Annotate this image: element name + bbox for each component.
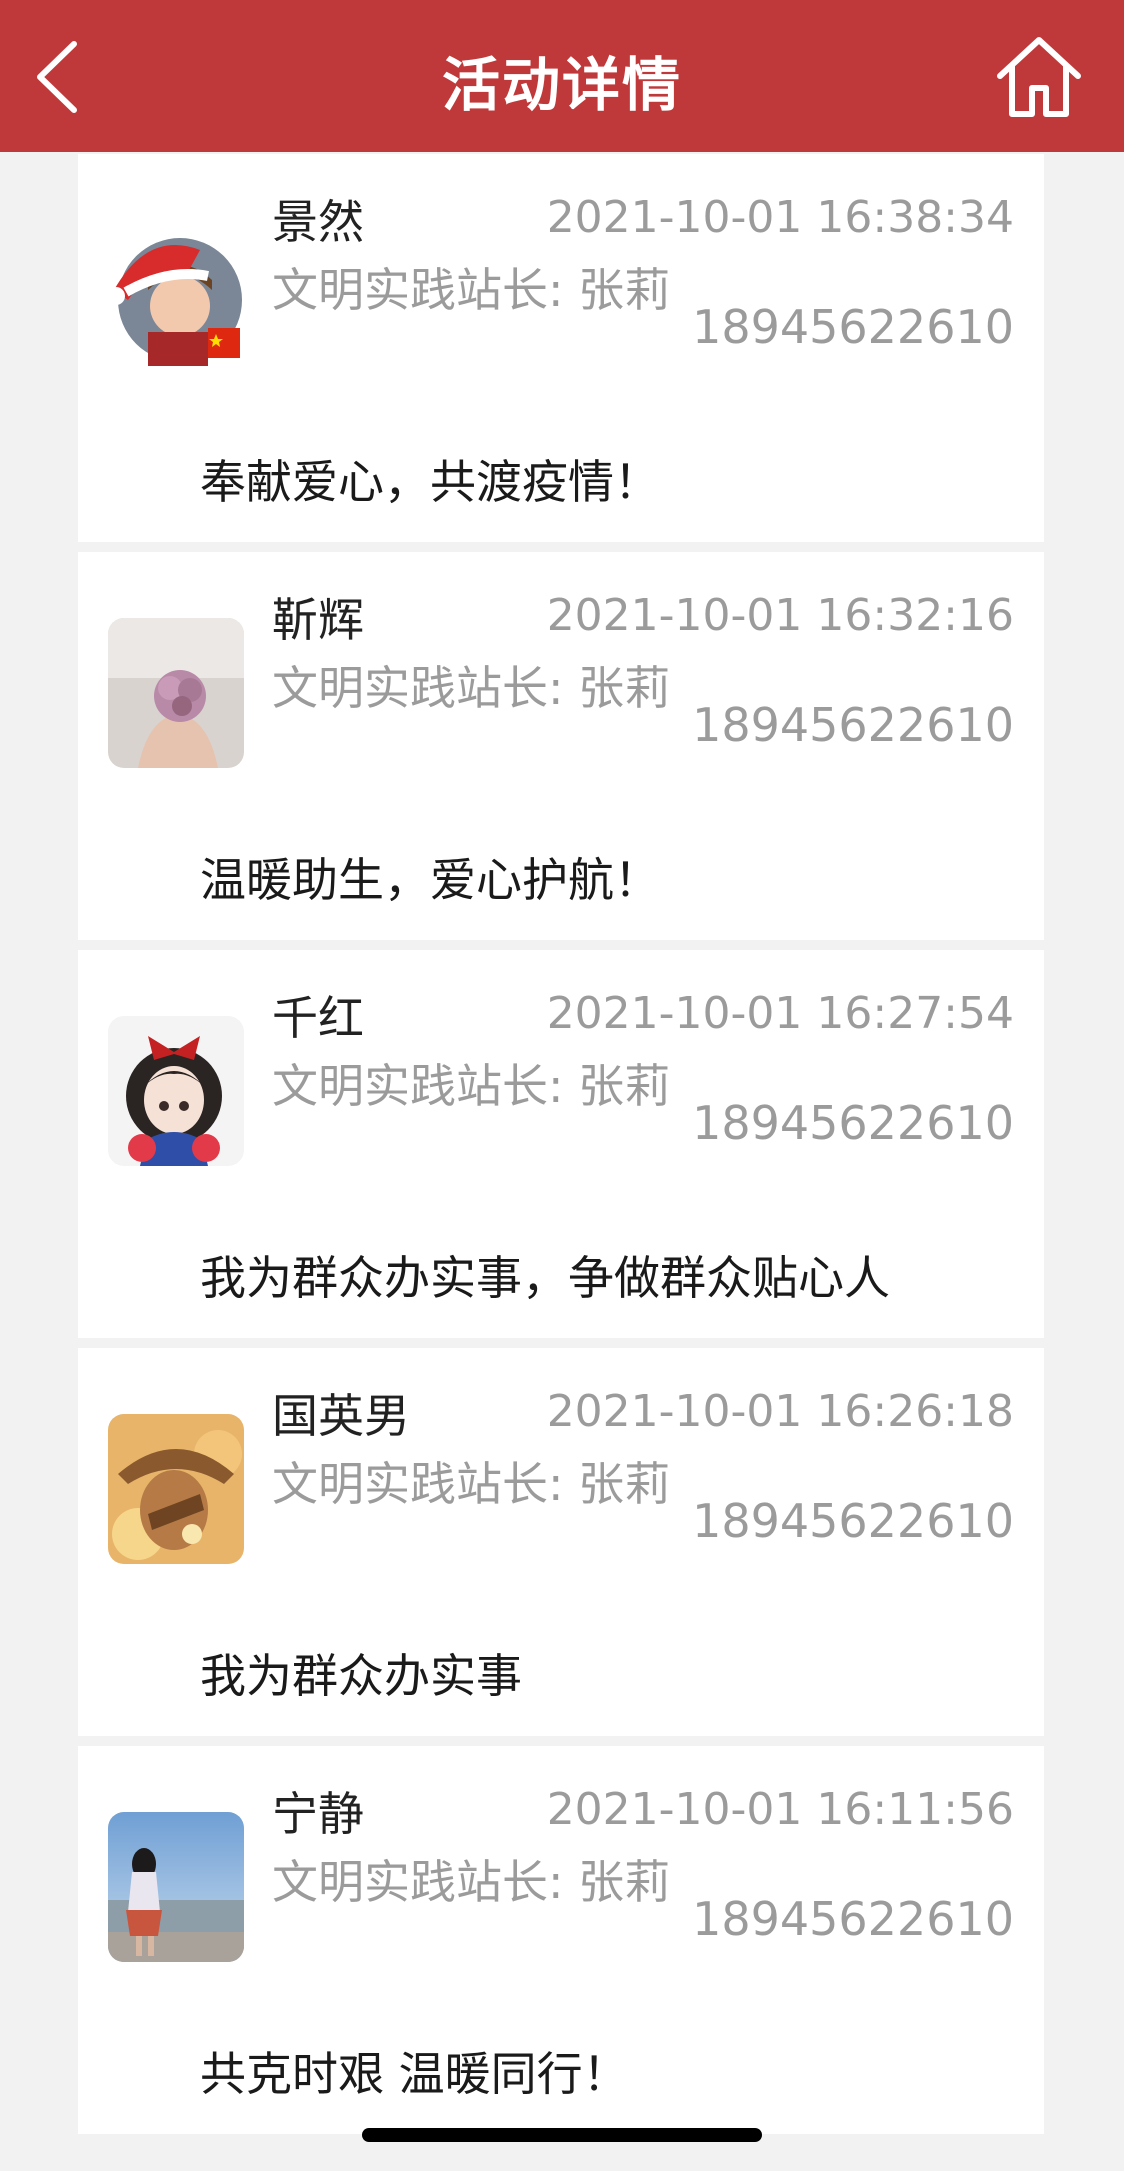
page-title: 活动详情 <box>441 51 682 119</box>
avatar[interactable] <box>108 1016 244 1166</box>
post-time: 2021-10-01 16:26:18 <box>546 1386 1014 1437</box>
author-name: 千红 <box>272 991 364 1045</box>
post-content: 我为群众办实事，争做群众贴心人 <box>200 1251 890 1305</box>
home-icon <box>997 37 1081 117</box>
post-card[interactable]: 靳辉 2021-10-01 16:32:16 文明实践站长: 张莉 189456… <box>78 552 1044 940</box>
author-name: 靳辉 <box>272 593 364 647</box>
post-card[interactable]: 景然 2021-10-01 16:38:34 文明实践站长: 张莉 189456… <box>78 154 1044 542</box>
author-phone: 18945622610 <box>692 300 1014 354</box>
author-role: 文明实践站长: 张莉 <box>272 1059 671 1113</box>
author-role: 文明实践站长: 张莉 <box>272 1855 671 1909</box>
post-card[interactable]: 国英男 2021-10-01 16:26:18 文明实践站长: 张莉 18945… <box>78 1348 1044 1736</box>
post-content: 温暖助生，爱心护航！ <box>200 853 660 907</box>
post-time: 2021-10-01 16:27:54 <box>546 988 1014 1039</box>
avatar[interactable] <box>108 220 244 370</box>
post-time: 2021-10-01 16:38:34 <box>546 192 1014 243</box>
author-name: 景然 <box>272 195 364 249</box>
author-role: 文明实践站长: 张莉 <box>272 263 671 317</box>
author-role: 文明实践站长: 张莉 <box>272 661 671 715</box>
author-name: 宁静 <box>272 1787 364 1841</box>
author-phone: 18945622610 <box>692 1494 1014 1548</box>
author-phone: 18945622610 <box>692 1096 1014 1150</box>
post-time: 2021-10-01 16:32:16 <box>546 590 1014 641</box>
avatar[interactable] <box>108 1414 244 1564</box>
post-card[interactable]: 千红 2021-10-01 16:27:54 文明实践站长: 张莉 189456… <box>78 950 1044 1338</box>
avatar[interactable] <box>108 618 244 768</box>
author-role: 文明实践站长: 张莉 <box>272 1457 671 1511</box>
post-content: 奉献爱心，共渡疫情！ <box>200 455 660 509</box>
home-button[interactable] <box>994 32 1084 122</box>
author-name: 国英男 <box>272 1389 410 1443</box>
author-phone: 18945622610 <box>692 1892 1014 1946</box>
post-card[interactable]: 宁静 2021-10-01 16:11:56 文明实践站长: 张莉 189456… <box>78 1746 1044 2134</box>
author-phone: 18945622610 <box>692 698 1014 752</box>
post-content: 共克时艰 温暖同行！ <box>200 2047 629 2101</box>
home-indicator[interactable] <box>362 2128 762 2142</box>
post-content: 我为群众办实事 <box>200 1649 522 1703</box>
post-list[interactable]: 景然 2021-10-01 16:38:34 文明实践站长: 张莉 189456… <box>76 152 1046 2171</box>
avatar[interactable] <box>108 1812 244 1962</box>
top-bar: 活动详情 <box>0 0 1124 152</box>
post-time: 2021-10-01 16:11:56 <box>546 1784 1014 1835</box>
